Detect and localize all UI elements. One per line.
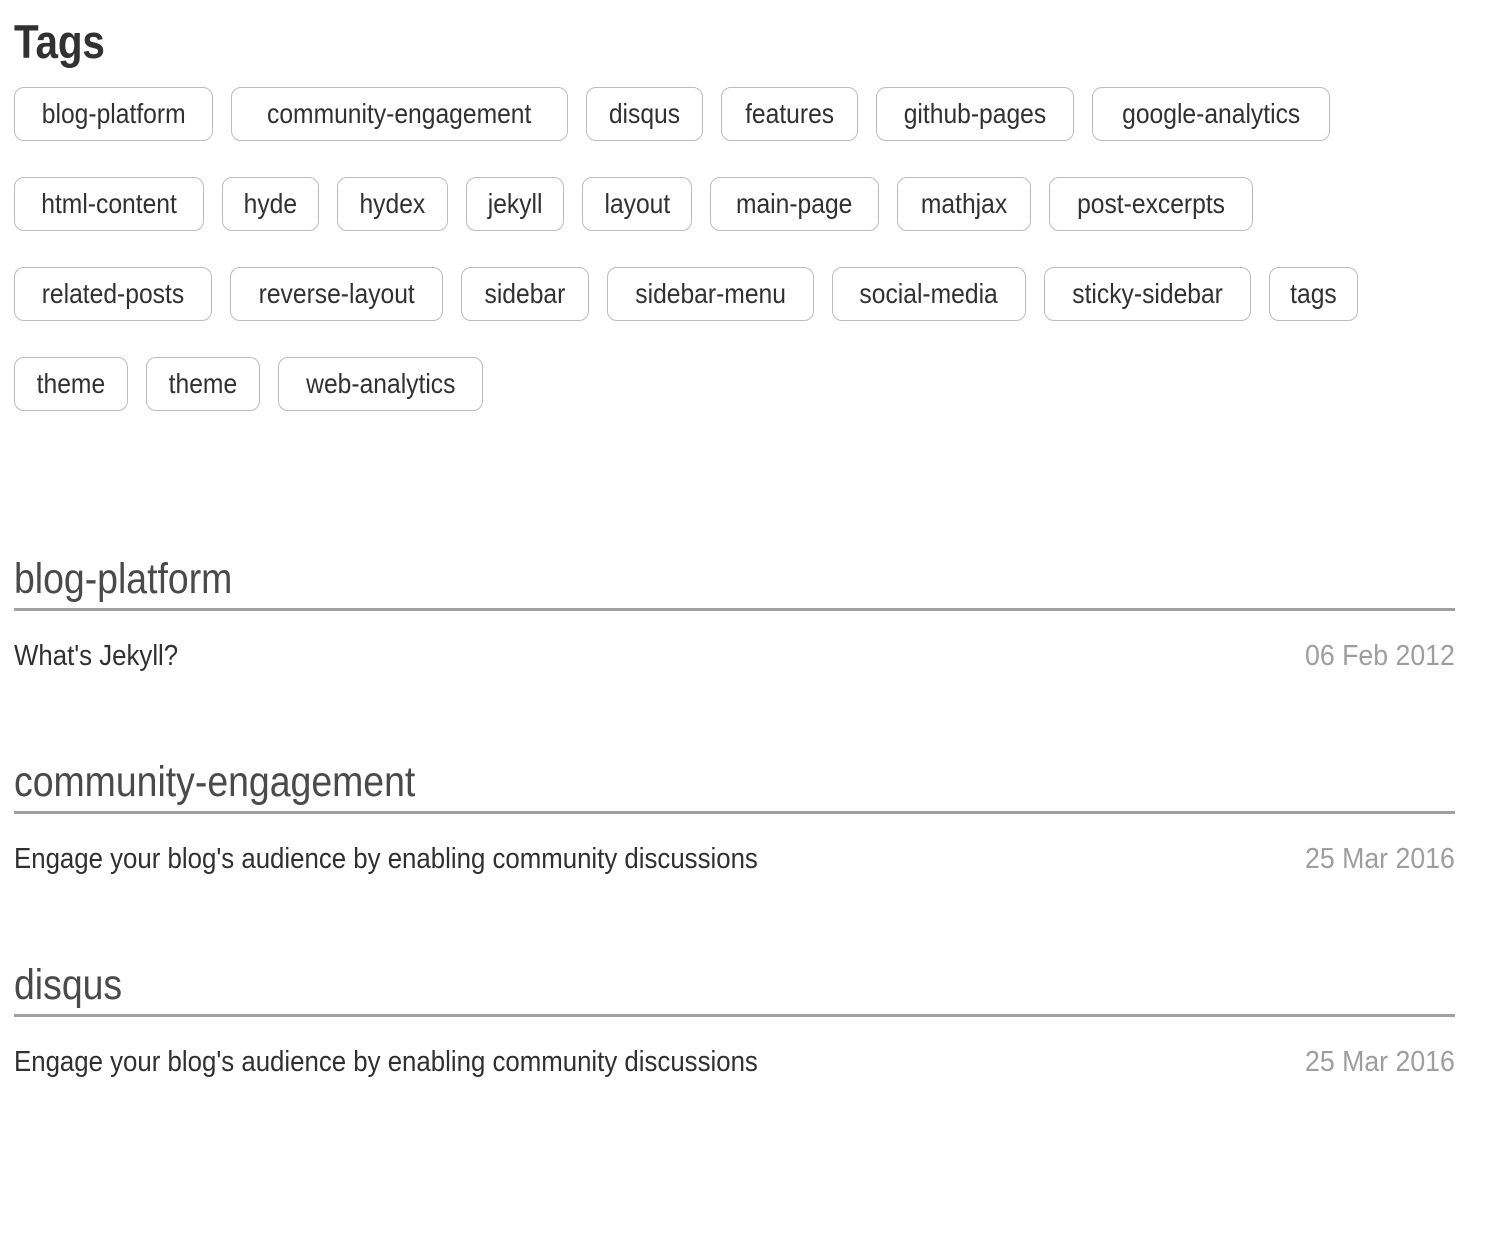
tag-section: community-engagement Engage your blog's a… — [14, 757, 1472, 877]
tag-pill[interactable]: sidebar — [461, 267, 590, 321]
tag-pill[interactable]: google-analytics — [1091, 87, 1331, 141]
tag-pill[interactable]: features — [720, 87, 858, 141]
tag-pill[interactable]: related-posts — [14, 267, 212, 321]
tag-pill[interactable]: github-pages — [875, 87, 1074, 141]
tag-pill-label: tags — [1289, 278, 1337, 309]
tag-section-heading: blog-platform — [14, 555, 233, 603]
tag-pill-label: blog-platform — [41, 98, 186, 129]
tag-pill-label: sidebar — [484, 278, 566, 309]
tag-pill-label: google-analytics — [1121, 98, 1300, 129]
tag-pill-label: github-pages — [903, 98, 1047, 129]
tag-section-heading: community-engagement — [14, 757, 416, 806]
tag-pill-label: features — [744, 98, 834, 129]
tag-section: disqus Engage your blog's audience by ena… — [14, 960, 1472, 1080]
tag-pill[interactable]: jekyll — [465, 177, 564, 231]
post-row: Engage your blog's audience by enabling … — [14, 1045, 1455, 1080]
post-row: Engage your blog's audience by enabling … — [14, 842, 1455, 877]
tag-pill-label: hyde — [243, 188, 298, 219]
tags-page: Tags blog-platform community-engagement di… — [0, 0, 1486, 1080]
tag-pill-label: theme — [36, 368, 106, 399]
tag-pill-label: related-posts — [41, 278, 185, 309]
tag-pill-label: sticky-sidebar — [1071, 278, 1223, 309]
tag-pill[interactable]: reverse-layout — [229, 267, 444, 321]
tag-pill[interactable]: sticky-sidebar — [1043, 267, 1251, 321]
tag-pill-label: web-analytics — [305, 368, 456, 399]
tag-pill-label: community-engagement — [267, 98, 532, 129]
tag-section: blog-platform What's Jekyll? 06 Feb 2012 — [14, 555, 1472, 674]
tag-pill-label: main-page — [736, 188, 853, 219]
tag-pill-label: mathjax — [920, 188, 1007, 219]
post-date: 25 Mar 2016 — [1305, 843, 1455, 876]
tag-pill[interactable]: social-media — [832, 267, 1026, 321]
tag-pill[interactable]: web-analytics — [277, 357, 484, 411]
tag-pill-label: post-excerpts — [1076, 188, 1225, 219]
tag-cloud: blog-platform community-engagement disqus f… — [14, 87, 1406, 447]
post-title-link[interactable]: What's Jekyll? — [14, 639, 178, 674]
tag-section-heading: disqus — [14, 960, 123, 1009]
tag-pill[interactable]: theme — [145, 357, 260, 411]
tag-pill[interactable]: layout — [581, 177, 693, 231]
tag-pill-label: social-media — [859, 278, 999, 309]
tag-sections: blog-platform What's Jekyll? 06 Feb 2012 co… — [14, 555, 1472, 1080]
post-row: What's Jekyll? 06 Feb 2012 — [14, 639, 1455, 674]
section-divider — [14, 1014, 1455, 1018]
tag-pill[interactable]: tags — [1268, 267, 1358, 321]
post-date: 06 Feb 2012 — [1305, 640, 1455, 673]
tag-pill-label: html-content — [41, 188, 177, 219]
post-title-link[interactable]: Engage your blog's audience by enabling … — [14, 842, 758, 877]
tag-pill[interactable]: disqus — [585, 87, 703, 141]
section-divider — [14, 811, 1455, 815]
tag-pill[interactable]: hyde — [222, 177, 319, 231]
tag-pill-label: theme — [168, 368, 237, 399]
tag-pill-label: layout — [604, 188, 670, 219]
tag-pill[interactable]: theme — [14, 357, 128, 411]
tag-pill-label: disqus — [608, 98, 680, 129]
tag-pill-label: hydex — [359, 188, 426, 219]
tag-pill-label: jekyll — [487, 188, 543, 219]
post-title-link[interactable]: Engage your blog's audience by enabling … — [14, 1045, 758, 1080]
tag-pill-label: sidebar-menu — [635, 278, 787, 309]
post-date: 25 Mar 2016 — [1305, 1046, 1455, 1079]
tag-pill[interactable]: html-content — [14, 177, 205, 231]
tag-pill[interactable]: blog-platform — [14, 87, 214, 141]
tag-pill[interactable]: community-engagement — [231, 87, 568, 141]
tag-pill-label: reverse-layout — [258, 278, 415, 309]
tag-pill[interactable]: hydex — [336, 177, 448, 231]
section-divider — [14, 608, 1455, 612]
tag-pill[interactable]: sidebar-menu — [607, 267, 815, 321]
tag-pill[interactable]: mathjax — [896, 177, 1031, 231]
tag-pill[interactable]: post-excerpts — [1048, 177, 1253, 231]
tag-pill[interactable]: main-page — [710, 177, 879, 231]
page-title: Tags — [14, 15, 105, 68]
